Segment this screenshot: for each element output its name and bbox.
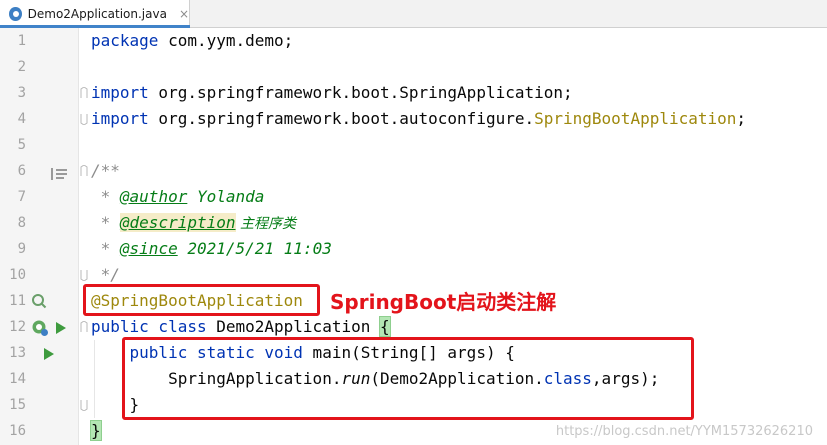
keyword: import bbox=[91, 83, 149, 102]
fold-end-icon[interactable] bbox=[80, 399, 88, 411]
line-number: 15 bbox=[9, 397, 26, 413]
doc-comment: /** bbox=[91, 161, 120, 180]
code-text: ; bbox=[736, 109, 747, 128]
code-text: org.springframework.boot.autoconfigure. bbox=[148, 109, 535, 128]
tab-demo2application[interactable]: Demo2Application.java × bbox=[0, 0, 190, 28]
code-line-1: package com.yym.demo; bbox=[91, 28, 293, 54]
line-number: 6 bbox=[17, 163, 26, 179]
keyword: import bbox=[91, 109, 149, 128]
code-line-4: import org.springframework.boot.autoconf… bbox=[91, 106, 746, 132]
spring-boot-app-icon[interactable] bbox=[31, 319, 49, 341]
line-number-gutter: 1 2 3 4 5 6 7 8 9 10 11 12 13 14 15 16 bbox=[0, 28, 79, 445]
annotation-text: SpringBootApplication bbox=[534, 109, 737, 128]
doc-tag: @author bbox=[119, 187, 188, 206]
line-number: 14 bbox=[9, 371, 26, 387]
render-doc-icon[interactable] bbox=[51, 165, 67, 184]
code-line-9: * @since 2021/5/21 11:03 bbox=[91, 236, 332, 262]
line-number: 1 bbox=[17, 33, 26, 49]
line-number: 4 bbox=[17, 111, 26, 127]
doc-tag: @since bbox=[119, 239, 178, 258]
run-main-icon[interactable] bbox=[43, 346, 55, 365]
close-icon[interactable]: × bbox=[179, 7, 189, 21]
spring-bean-search-icon[interactable] bbox=[31, 293, 47, 313]
code-editor: Demo2Application.java × 1 2 3 4 5 6 7 8 … bbox=[0, 0, 827, 445]
code-line-16: } bbox=[90, 418, 102, 444]
code-text: org.springframework.boot.SpringApplicati… bbox=[148, 83, 573, 102]
line-number: 11 bbox=[9, 293, 26, 309]
doc-text: 主程序类 bbox=[235, 216, 296, 232]
line-number: 3 bbox=[17, 85, 26, 101]
keyword: public class bbox=[91, 317, 207, 336]
fold-end-icon[interactable] bbox=[80, 269, 88, 281]
line-number: 7 bbox=[17, 189, 26, 205]
code-line-7: * @author Yolanda bbox=[91, 184, 265, 210]
fold-end-icon[interactable] bbox=[80, 113, 88, 125]
line-number: 13 bbox=[9, 345, 26, 361]
doc-comment: */ bbox=[91, 265, 120, 284]
line-number: 16 bbox=[9, 423, 26, 439]
line-number: 5 bbox=[17, 137, 26, 153]
line-number: 10 bbox=[9, 267, 26, 283]
doc-tag: @description bbox=[119, 213, 236, 232]
matched-brace: { bbox=[379, 316, 391, 337]
annotation-note: SpringBoot启动类注解 bbox=[330, 290, 557, 314]
line-number: 9 bbox=[17, 241, 26, 257]
line-number: 8 bbox=[17, 215, 26, 231]
doc-comment: * bbox=[91, 213, 120, 232]
fold-marker-icon[interactable] bbox=[80, 165, 88, 177]
fold-marker-icon[interactable] bbox=[80, 87, 88, 99]
doc-comment: * bbox=[91, 187, 120, 206]
watermark: https://blog.csdn.net/YYM15732626210 bbox=[555, 424, 813, 439]
code-text: com.yym.demo; bbox=[158, 31, 294, 50]
tab-label: Demo2Application.java bbox=[27, 6, 167, 21]
code-text: Demo2Application bbox=[206, 317, 380, 336]
doc-comment: * bbox=[91, 239, 120, 258]
code-line-3: import org.springframework.boot.SpringAp… bbox=[91, 80, 573, 106]
keyword: package bbox=[91, 31, 159, 50]
line-number: 12 bbox=[9, 319, 26, 335]
matched-brace: } bbox=[90, 420, 102, 441]
main-method-highlight-box bbox=[122, 337, 694, 420]
line-number: 2 bbox=[17, 59, 26, 75]
run-class-icon[interactable] bbox=[55, 320, 67, 339]
code-line-8: * @description 主程序类 bbox=[91, 210, 296, 236]
editor-tab-bar: Demo2Application.java × bbox=[0, 0, 827, 28]
annotation-highlight-box bbox=[83, 284, 320, 316]
doc-text: Yolanda bbox=[187, 187, 265, 206]
fold-marker-icon[interactable] bbox=[80, 321, 88, 333]
java-class-icon bbox=[9, 6, 22, 21]
doc-text: 2021/5/21 11:03 bbox=[177, 239, 332, 258]
code-line-6: /** bbox=[91, 158, 120, 184]
